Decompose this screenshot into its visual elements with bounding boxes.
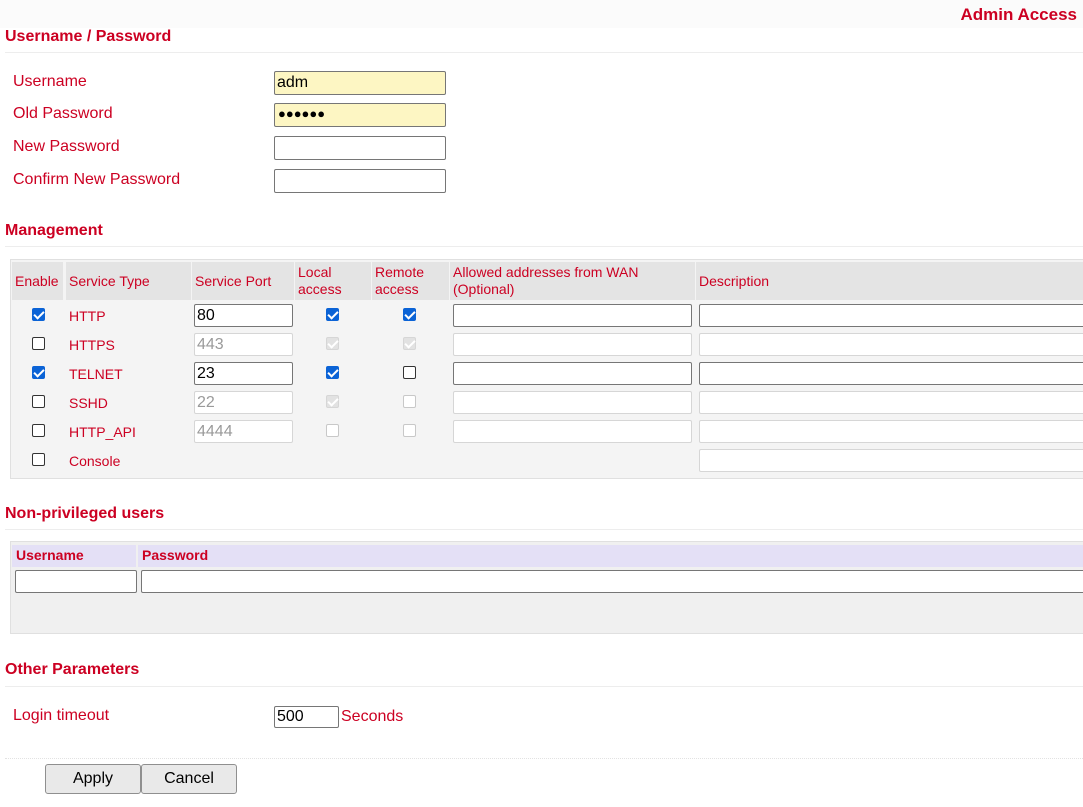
login-timeout-unit: Seconds [341,708,404,725]
page-title: Admin Access [960,5,1077,24]
header-remote-access: Remote access [372,262,449,300]
service-type-telnet: TELNET [69,366,123,382]
divider [5,758,1083,759]
service-type-https: HTTPS [69,337,115,353]
remote-access-checkbox-http[interactable] [403,308,416,321]
section-title-non-privileged: Non-privileged users [5,505,165,522]
allowed-addresses-http-api[interactable] [453,420,692,443]
remote-access-checkbox-telnet[interactable] [403,366,416,379]
description-telnet[interactable] [699,362,1083,385]
divider [5,529,1083,530]
header-service-port: Service Port [192,262,294,300]
service-port-sshd[interactable] [194,391,293,414]
local-access-checkbox-telnet[interactable] [326,366,339,379]
local-access-checkbox-sshd[interactable] [326,395,339,408]
section-title-other: Other Parameters [5,661,140,678]
username-input[interactable] [274,71,446,95]
header-service-type: Service Type [66,262,191,300]
local-access-checkbox-https[interactable] [326,337,339,350]
allowed-addresses-https[interactable] [453,333,692,356]
description-sshd[interactable] [699,391,1083,414]
service-type-http: HTTP [69,308,106,324]
service-port-telnet[interactable] [194,362,293,385]
top-band [0,0,1083,28]
service-port-http-api[interactable] [194,420,293,443]
header-allowed-line1: Allowed addresses from WAN [453,264,639,280]
enable-checkbox-http[interactable] [32,308,45,321]
enable-checkbox-https[interactable] [32,337,45,350]
service-type-http-api: HTTP_API [69,424,136,440]
divider [5,246,1083,247]
header-description: Description [696,262,1083,300]
divider [5,686,1083,687]
login-timeout-input[interactable] [274,706,339,728]
username-label: Username [13,73,87,90]
section-title-credentials: Username / Password [5,28,172,45]
service-type-sshd: SSHD [69,395,108,411]
header-enable: Enable [12,262,63,300]
header-remote-access-line2: access [375,281,419,297]
new-password-input[interactable] [274,136,446,160]
enable-checkbox-telnet[interactable] [32,366,45,379]
header-local-access-line2: access [298,281,342,297]
remote-access-checkbox-https[interactable] [403,337,416,350]
login-timeout-label: Login timeout [13,707,110,724]
np-password-input[interactable] [141,570,1083,593]
service-type-console: Console [69,453,121,469]
service-port-http[interactable] [194,304,293,327]
confirm-password-input[interactable] [274,169,446,193]
allowed-addresses-http[interactable] [453,304,692,327]
local-access-checkbox-http[interactable] [326,308,339,321]
header-local-access-line1: Local [298,264,332,280]
enable-checkbox-console[interactable] [32,453,45,466]
header-remote-access-line1: Remote [375,264,425,280]
np-header-password: Password [138,545,1083,567]
old-password-label: Old Password [13,105,113,122]
np-username-input[interactable] [15,570,137,593]
enable-checkbox-http-api[interactable] [32,424,45,437]
service-port-https[interactable] [194,333,293,356]
cancel-button[interactable]: Cancel [141,764,237,794]
enable-checkbox-sshd[interactable] [32,395,45,408]
remote-access-checkbox-sshd[interactable] [403,395,416,408]
confirm-password-label: Confirm New Password [13,171,181,188]
remote-access-checkbox-http-api[interactable] [403,424,416,437]
description-http-api[interactable] [699,420,1083,443]
description-https[interactable] [699,333,1083,356]
old-password-input[interactable] [274,103,446,127]
header-allowed-line2: (Optional) [453,281,515,297]
apply-button[interactable]: Apply [45,764,141,794]
np-header-username: Username [12,545,136,567]
local-access-checkbox-http-api[interactable] [326,424,339,437]
section-title-management: Management [5,222,103,239]
allowed-addresses-telnet[interactable] [453,362,692,385]
description-http[interactable] [699,304,1083,327]
divider [5,52,1083,53]
allowed-addresses-sshd[interactable] [453,391,692,414]
header-allowed-addresses: Allowed addresses from WAN (Optional) [450,262,695,300]
description-console[interactable] [699,449,1083,472]
header-local-access: Local access [295,262,371,300]
new-password-label: New Password [13,138,120,155]
